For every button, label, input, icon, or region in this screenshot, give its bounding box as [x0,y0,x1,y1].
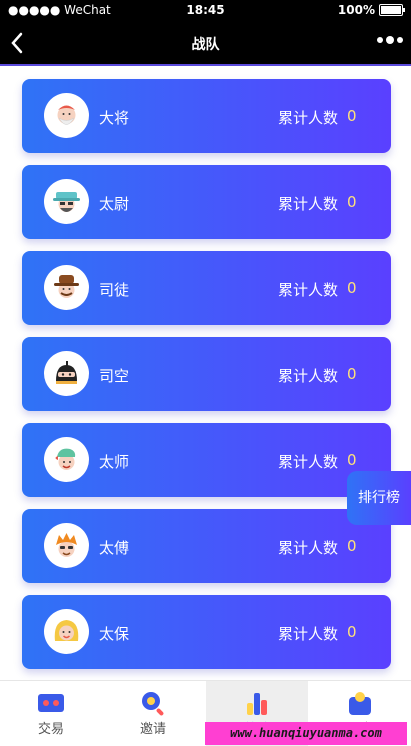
team-card[interactable]: 大将 累计人数 0 [22,79,391,153]
watermark-banner: www.huanqiuyuanma.com [205,722,407,745]
count-label: 累计人数 [278,109,339,127]
invite-search-icon [142,692,164,716]
count-value: 0 [347,193,357,211]
team-name: 大将 [99,109,130,127]
cowboy-avatar-icon [44,265,89,310]
tab-label: 邀请 [139,722,166,737]
count-value: 0 [347,623,357,641]
masked-avatar-icon [44,351,89,396]
team-card[interactable]: 太尉 累计人数 0 [22,165,391,239]
ranking-button[interactable]: 排行榜 [347,471,411,525]
count-label: 累计人数 [278,195,339,213]
battery-status: 100% [337,3,405,17]
count-value: 0 [347,537,357,555]
count-value: 0 [347,365,357,383]
orange-hair-avatar-icon [44,523,89,568]
page-title: 战队 [191,37,220,53]
hat-glasses-avatar-icon [44,179,89,224]
count-value: 0 [347,107,357,125]
team-name: 司空 [99,367,130,385]
team-card[interactable]: 太傅 累计人数 0 [22,509,391,583]
team-list: 大将 累计人数 0 太尉 累计人数 0 司徒 累计人数 0 司空 累计人数 0 … [22,79,391,681]
team-card[interactable]: 司徒 累计人数 0 [22,251,391,325]
count-label: 累计人数 [278,453,339,471]
count-value: 0 [347,451,357,469]
team-name: 司徒 [99,281,130,299]
count-label: 累计人数 [278,281,339,299]
nav-divider [0,64,411,66]
count-label: 累计人数 [278,625,339,643]
team-card[interactable]: 太师 累计人数 0 [22,423,391,497]
cap-avatar-icon [44,437,89,482]
profile-bag-icon [349,692,371,715]
team-bar-chart-icon [247,693,267,715]
tab-invite[interactable]: 邀请 [102,681,204,746]
count-label: 累计人数 [278,367,339,385]
team-name: 太傅 [99,539,130,557]
status-bar: ●●●●● WeChat 18:45 100% [0,0,411,22]
count-value: 0 [347,279,357,297]
nav-bar: 战队 [0,22,411,64]
elder-avatar-icon [44,93,89,138]
team-name: 太尉 [99,195,130,213]
team-card[interactable]: 太保 累计人数 0 [22,595,391,669]
team-name: 太师 [99,453,130,471]
battery-icon [379,4,405,16]
blonde-avatar-icon [44,609,89,654]
trade-icon [38,694,64,712]
team-card[interactable]: 司空 累计人数 0 [22,337,391,411]
battery-percent: 100% [337,3,375,17]
more-menu-icon[interactable] [377,36,403,44]
tab-trade[interactable]: 交易 [0,681,102,746]
tab-label: 交易 [37,722,64,737]
team-name: 太保 [99,625,130,643]
count-label: 累计人数 [278,539,339,557]
